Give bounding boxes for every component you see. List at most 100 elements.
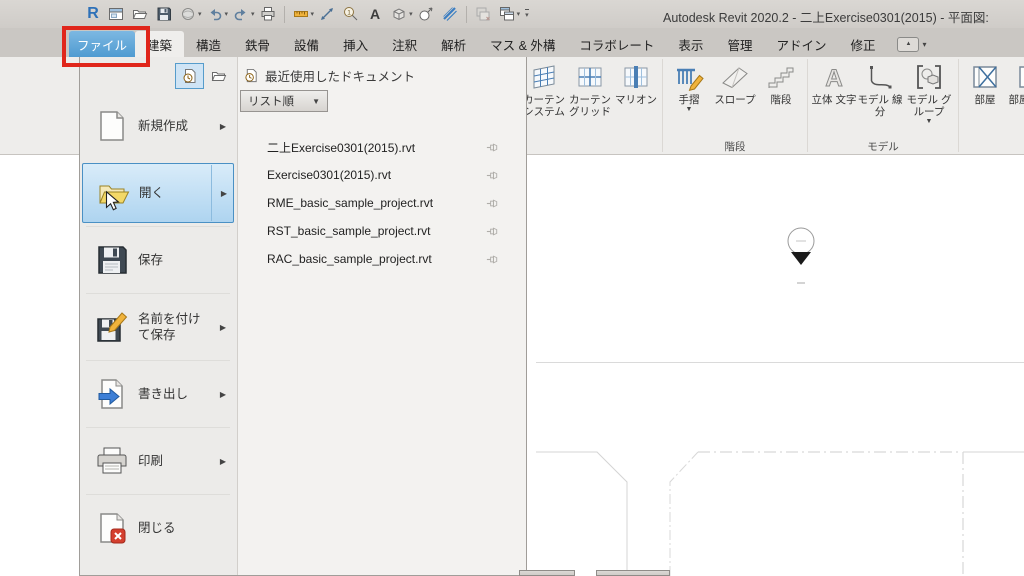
ribbon-group-label: 部 (962, 139, 1024, 154)
tab-structure[interactable]: 構造 (184, 31, 233, 57)
recent-documents-toggle[interactable] (175, 63, 204, 89)
tab-collaborate[interactable]: コラボレート (567, 31, 666, 57)
menu-item-save-as[interactable]: 名前を付けて保存 ▶ (82, 297, 234, 357)
ribbon-group-model: 立体 文字 モデル 線分 モデル グループ▼ モデル (808, 57, 958, 154)
text-icon[interactable] (365, 4, 385, 24)
section-icon[interactable] (416, 4, 436, 24)
recent-file-item[interactable]: RME_basic_sample_project.rvt (238, 189, 526, 217)
print-document-icon (95, 444, 129, 478)
minimize-ribbon-icon[interactable]: ▲ (897, 37, 919, 52)
chevron-down-icon: ▼ (926, 118, 933, 126)
model-line-button[interactable]: モデル 線分 (857, 58, 903, 118)
menu-item-save[interactable]: 保存 (82, 230, 234, 290)
close-document-icon (95, 511, 129, 545)
stair-button[interactable]: 階段 (758, 58, 804, 106)
tab-steel[interactable]: 鉄骨 (233, 31, 282, 57)
tab-massing-site[interactable]: マス & 外構 (478, 31, 567, 57)
pin-icon[interactable] (485, 252, 500, 267)
measure-icon[interactable] (291, 4, 311, 24)
minimize-ribbon-control[interactable]: ▲ ▾ (897, 31, 926, 57)
model-line-icon (865, 62, 895, 92)
model-group-icon (914, 62, 944, 92)
file-menu: 新規作成 ▶ 開く ▶ 保存 名前を付けて保存 ▶ (79, 57, 527, 576)
revit-logo-icon[interactable]: R (84, 5, 102, 23)
ui-views-icon[interactable] (106, 4, 126, 24)
curtain-system-button[interactable]: カーテン システム (521, 58, 567, 118)
model-text-button[interactable]: 立体 文字 (811, 58, 857, 106)
close-inactive-windows-icon[interactable] (473, 4, 493, 24)
menu-item-open[interactable]: 開く ▶ (82, 163, 234, 223)
undo-icon[interactable] (205, 4, 225, 24)
pin-icon[interactable] (485, 224, 500, 239)
chevron-down-icon[interactable]: ▾ (198, 10, 202, 18)
pin-icon[interactable] (485, 168, 500, 183)
annotation-highlight-box (62, 26, 150, 67)
tab-manage[interactable]: 管理 (715, 31, 764, 57)
ribbon-tab-bar: ファイル 建築 構造 鉄骨 設備 挿入 注釈 解析 マス & 外構 コラボレート… (0, 28, 1024, 57)
aligned-dimension-icon[interactable] (317, 4, 337, 24)
recent-documents-header: 最近使用したドキュメント (244, 66, 415, 85)
chevron-down-icon[interactable]: ▾ (409, 10, 413, 18)
pin-icon[interactable] (485, 140, 500, 155)
plan-view-lines (536, 363, 1024, 576)
switch-windows-icon[interactable] (497, 4, 517, 24)
options-button-partial[interactable] (519, 570, 575, 576)
default-3d-view-icon[interactable] (389, 4, 409, 24)
sort-order-dropdown[interactable]: リスト順 ▼ (240, 90, 328, 112)
save-as-icon (95, 310, 129, 344)
submenu-arrow-icon: ▶ (220, 390, 226, 399)
recent-file-item[interactable]: RST_basic_sample_project.rvt (238, 217, 526, 245)
recent-file-item[interactable]: 二上Exercise0301(2015).rvt (238, 133, 526, 161)
open-documents-toggle[interactable] (204, 63, 233, 89)
pin-icon[interactable] (485, 196, 500, 211)
chevron-down-icon: ▼ (686, 106, 693, 114)
curtain-grid-button[interactable]: カーテン グリッド (567, 58, 613, 118)
sync-icon[interactable] (178, 4, 198, 24)
submenu-arrow-icon[interactable]: ▶ (221, 189, 227, 198)
chevron-down-icon[interactable]: ▾ (922, 40, 926, 49)
chevron-down-icon[interactable]: ▾ (311, 10, 315, 18)
tab-analyze[interactable]: 解析 (429, 31, 478, 57)
split-button-divider (211, 165, 212, 221)
room-separator-button[interactable]: 部屋 境界 (1008, 58, 1024, 106)
print-icon[interactable] (258, 4, 278, 24)
revit-window: R ▾ ▾ ▾ ▾ ▾ ▾ ▾ Autodesk Revit 2020.2 - … (0, 0, 1024, 576)
ribbon-group-circulation: 手摺▼ スロープ 階段 階段 (663, 57, 807, 154)
redo-icon[interactable] (231, 4, 251, 24)
recent-file-item[interactable]: Exercise0301(2015).rvt (238, 161, 526, 189)
menu-item-print[interactable]: 印刷 ▶ (82, 431, 234, 491)
chevron-down-icon[interactable]: ▾ (251, 10, 255, 18)
ribbon-group-build: カーテン システム カーテン グリッド マリオン (518, 57, 662, 154)
ribbon-group-label: モデル (811, 139, 955, 154)
tab-modify[interactable]: 修正 (838, 31, 887, 57)
menu-item-new[interactable]: 新規作成 ▶ (82, 96, 234, 156)
chevron-down-icon[interactable]: ▾ (517, 10, 521, 18)
model-group-button[interactable]: モデル グループ▼ (903, 58, 955, 126)
room-button[interactable]: 部屋 (962, 58, 1008, 106)
curtain-grid-icon (575, 62, 605, 92)
tab-addins[interactable]: アドイン (764, 31, 838, 57)
recent-file-item[interactable]: RAC_basic_sample_project.rvt (238, 245, 526, 273)
ribbon-group-label: 階段 (666, 139, 804, 154)
tab-view[interactable]: 表示 (666, 31, 715, 57)
room-icon (970, 62, 1000, 92)
thin-lines-icon[interactable] (440, 4, 460, 24)
tab-systems[interactable]: 設備 (282, 31, 331, 57)
tab-insert[interactable]: 挿入 (331, 31, 380, 57)
menu-item-export[interactable]: 書き出し ▶ (82, 364, 234, 424)
customize-qat-icon[interactable]: ▾ (525, 9, 529, 19)
submenu-arrow-icon: ▶ (220, 122, 226, 131)
mullion-button[interactable]: マリオン (613, 58, 659, 106)
railing-button[interactable]: 手摺▼ (666, 58, 712, 114)
ramp-button[interactable]: スロープ (712, 58, 758, 106)
open-icon[interactable] (130, 4, 150, 24)
menu-item-close[interactable]: 閉じる (82, 498, 234, 558)
mouse-cursor (101, 190, 123, 212)
exit-button-partial[interactable] (596, 570, 670, 576)
chevron-down-icon[interactable]: ▾ (225, 10, 229, 18)
save-document-icon (95, 243, 129, 277)
elevation-marker[interactable] (788, 228, 814, 283)
tab-annotate[interactable]: 注釈 (380, 31, 429, 57)
save-icon[interactable] (154, 4, 174, 24)
tag-by-category-icon[interactable] (341, 4, 361, 24)
